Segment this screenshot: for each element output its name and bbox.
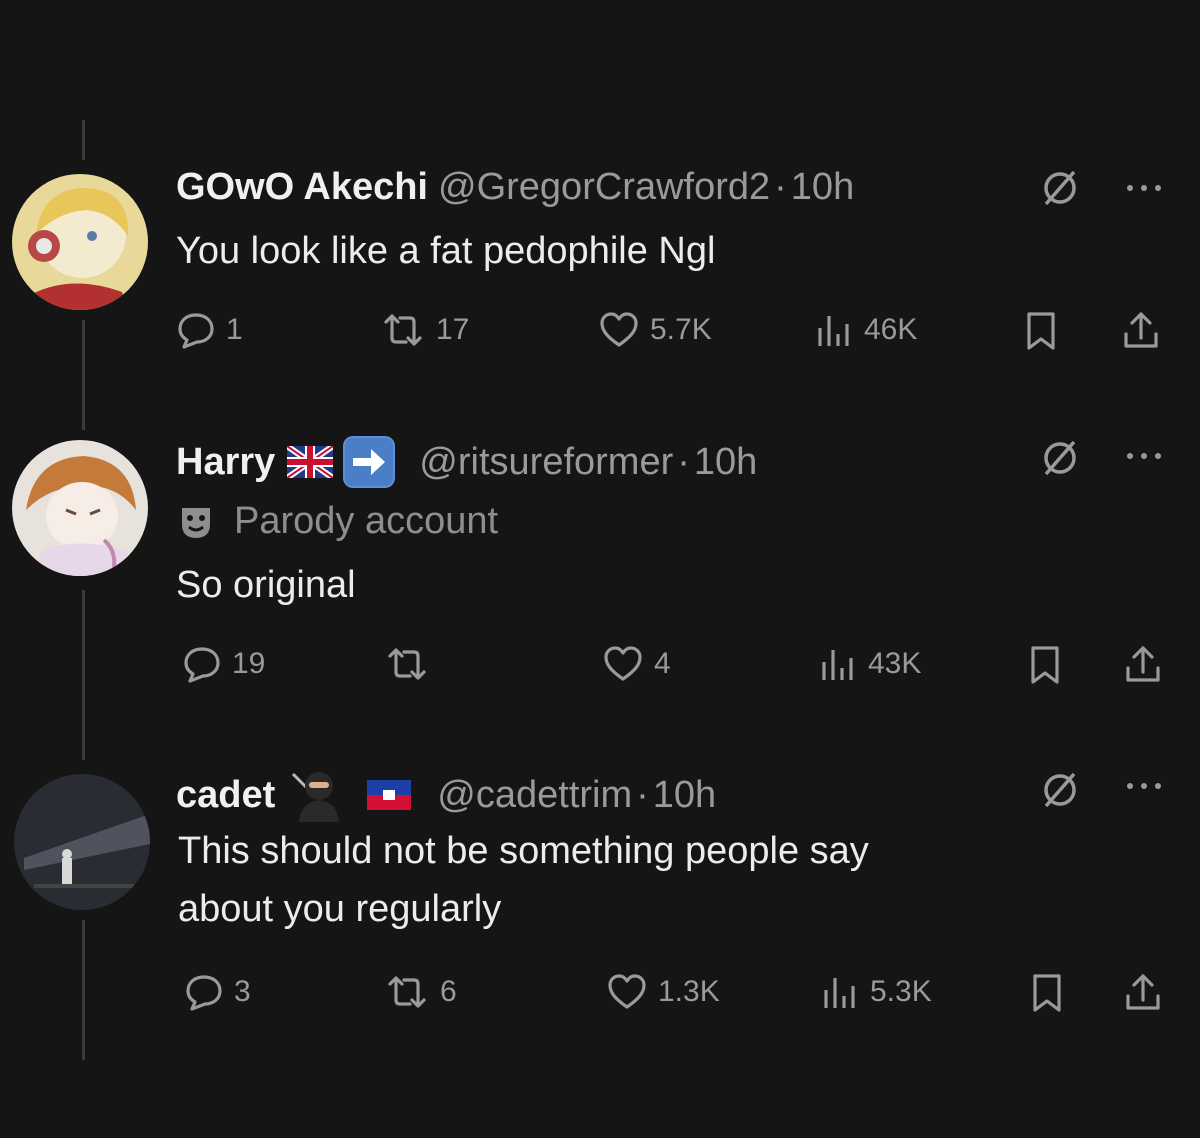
retweet-count: 6: [440, 975, 457, 1008]
reply-count: 19: [232, 647, 266, 680]
theater-masks-icon: [182, 507, 210, 538]
haiti-flag-icon: [367, 780, 412, 810]
view-count: 5.3K: [870, 975, 932, 1008]
bookmark-icon[interactable]: [1022, 310, 1060, 352]
timestamp[interactable]: 10h: [653, 774, 716, 817]
more-dots-icon[interactable]: [1124, 450, 1164, 462]
tweet-text-line: This should not be something people say: [178, 830, 869, 872]
comment-icon: [186, 975, 222, 1011]
bookmark-icon[interactable]: [1028, 972, 1066, 1014]
timestamp[interactable]: 10h: [791, 166, 854, 209]
retweet-button[interactable]: 17: [380, 310, 469, 350]
reply-count: 3: [234, 975, 251, 1008]
like-count: 1.3K: [658, 975, 720, 1008]
like-button[interactable]: 1.3K: [606, 972, 720, 1012]
separator: ·: [636, 773, 649, 816]
retweet-icon: [388, 648, 426, 680]
tweet[interactable]: GOwO Akechi @GregorCrawford2 · 10h You l…: [0, 0, 1200, 400]
separator: ·: [677, 440, 690, 483]
ninja-icon: [292, 772, 340, 822]
like-button[interactable]: 5.7K: [598, 310, 712, 350]
tweet-header: Harry @ritsureformer · 10h: [176, 434, 757, 490]
heart-icon: [608, 974, 646, 1009]
avatar[interactable]: [12, 174, 148, 310]
separator: ·: [774, 166, 787, 208]
retweet-button[interactable]: 6: [384, 972, 457, 1012]
reply-count: 1: [226, 313, 243, 346]
share-icon[interactable]: [1120, 310, 1162, 352]
like-button[interactable]: 4: [602, 644, 671, 684]
heart-icon: [604, 646, 642, 681]
views-chart-icon: [824, 978, 855, 1008]
tweet-text-line: So original: [176, 564, 356, 606]
reply-button[interactable]: 1: [176, 310, 243, 350]
heart-icon: [600, 312, 638, 347]
view-count: 43K: [868, 647, 922, 680]
like-count: 5.7K: [650, 313, 712, 346]
right-arrow-icon: [343, 436, 396, 488]
views-button[interactable]: 43K: [816, 644, 921, 684]
comment-icon: [178, 313, 214, 349]
comment-icon: [184, 647, 220, 683]
like-count: 4: [654, 647, 671, 680]
avatar[interactable]: [14, 774, 150, 910]
views-button[interactable]: 5.3K: [818, 972, 932, 1012]
tweet-text: You look like a fat pedophile Ngl: [176, 222, 715, 280]
tweet-header: GOwO Akechi @GregorCrawford2 · 10h: [176, 166, 854, 209]
tweet[interactable]: Harry @ritsureformer · 10h Parody accoun…: [0, 400, 1200, 740]
retweet-icon: [384, 314, 422, 346]
handle[interactable]: @GregorCrawford2: [438, 166, 770, 209]
avatar[interactable]: [12, 440, 148, 576]
display-name[interactable]: Harry: [176, 441, 275, 484]
tweet[interactable]: cadet @cadettrim · 10h This should not b…: [0, 740, 1200, 1138]
uk-flag-icon: [287, 446, 334, 478]
retweet-icon: [388, 976, 426, 1008]
reply-button[interactable]: 19: [182, 644, 265, 684]
view-count: 46K: [864, 313, 918, 346]
grok-icon[interactable]: [1040, 438, 1080, 478]
bookmark-icon[interactable]: [1026, 644, 1064, 686]
views-button[interactable]: 46K: [812, 310, 917, 350]
tweet-text-line: about you regularly: [178, 888, 502, 930]
grok-icon[interactable]: [1040, 770, 1080, 810]
timestamp[interactable]: 10h: [694, 441, 757, 484]
action-bar: 1 17 5.7K 46K: [176, 310, 1166, 354]
display-name[interactable]: cadet: [176, 774, 275, 817]
share-icon[interactable]: [1122, 644, 1164, 686]
views-chart-icon: [822, 650, 853, 680]
handle[interactable]: @ritsureformer: [419, 441, 673, 484]
action-bar: 3 6 1.3K 5.3K: [176, 972, 1166, 1016]
handle[interactable]: @cadettrim: [437, 774, 632, 817]
retweet-button[interactable]: [384, 644, 440, 684]
retweet-count: 17: [436, 313, 470, 346]
grok-icon[interactable]: [1040, 168, 1080, 208]
parody-text: Parody account: [234, 500, 499, 542]
tweet-text-line: You look like a fat pedophile Ngl: [176, 230, 716, 272]
share-icon[interactable]: [1122, 972, 1164, 1014]
tweet-text: So original: [176, 556, 356, 614]
tweet-text: This should not be something people say …: [178, 822, 869, 938]
parody-label: Parody account: [176, 500, 498, 543]
display-name[interactable]: GOwO Akechi: [176, 166, 428, 209]
action-bar: 19 4 43K: [176, 644, 1166, 688]
more-dots-icon[interactable]: [1124, 780, 1164, 792]
views-chart-icon: [818, 316, 849, 346]
tweet-header: cadet @cadettrim · 10h: [176, 768, 716, 822]
reply-button[interactable]: 3: [184, 972, 251, 1012]
more-dots-icon[interactable]: [1124, 182, 1164, 194]
